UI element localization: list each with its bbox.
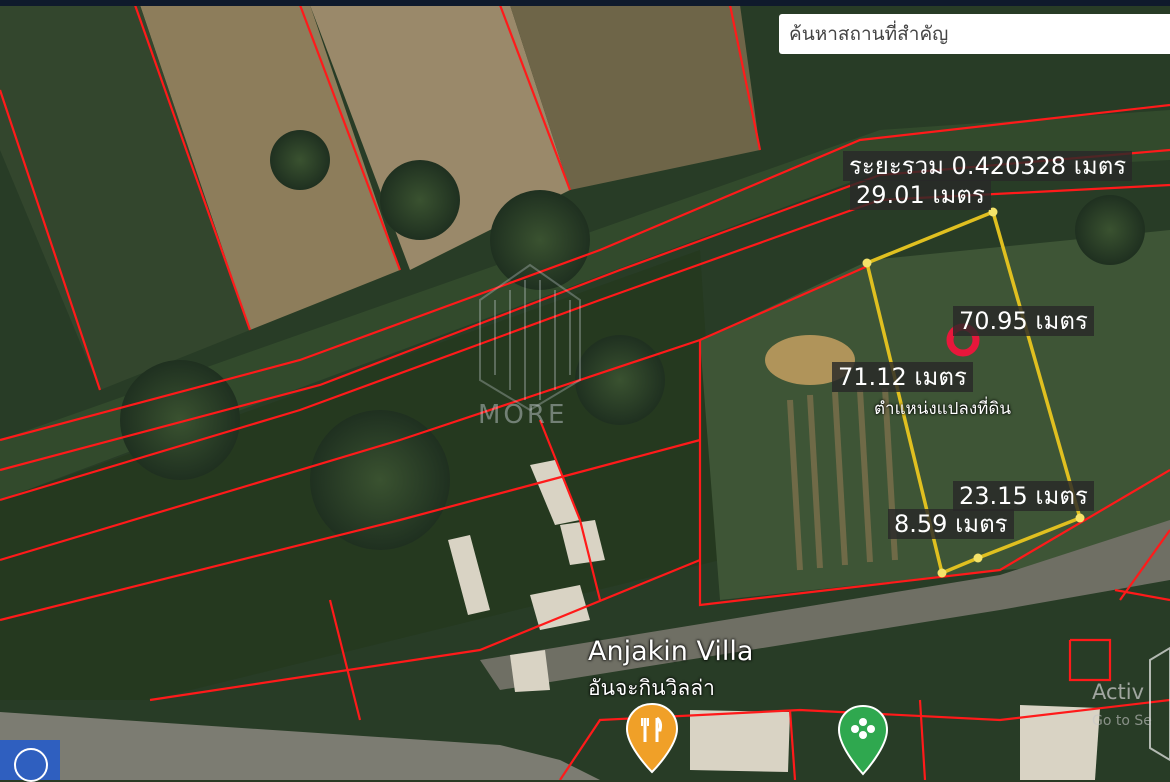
vertex-handle[interactable] (973, 553, 983, 563)
location-circle-button[interactable] (0, 740, 60, 782)
vertex-handle[interactable] (862, 258, 872, 268)
parcel-marker-label: ตำแหน่งแปลงที่ดิน (874, 399, 1012, 419)
total-distance-label: ระยะรวม 0.420328 เมตร (843, 151, 1133, 181)
left-edge-label: 71.12 เมตร (832, 362, 973, 392)
top-bar (0, 0, 1170, 6)
location-circle-icon (14, 748, 48, 782)
park-pin-icon[interactable] (836, 704, 890, 776)
vertex-handle[interactable] (1075, 513, 1085, 523)
search-input[interactable] (779, 14, 1170, 54)
activate-windows-line2: Go to Se (1092, 713, 1152, 729)
watermark-text: MORE (478, 400, 568, 430)
restaurant-pin-icon[interactable] (624, 702, 680, 774)
bottom-right-edge-label: 23.15 เมตร (953, 481, 1094, 511)
top-edge-label: 29.01 เมตร (850, 180, 991, 210)
satellite-map[interactable] (0, 0, 1170, 780)
place-name-en[interactable]: Anjakin Villa (588, 636, 753, 667)
vertex-handle[interactable] (937, 568, 947, 578)
right-edge-label: 70.95 เมตร (953, 306, 1094, 336)
place-name-th[interactable]: อันจะกินวิลล่า (588, 672, 715, 705)
bottom-left-edge-label: 8.59 เมตร (888, 509, 1014, 539)
activate-windows-line1: Activ (1092, 680, 1145, 704)
